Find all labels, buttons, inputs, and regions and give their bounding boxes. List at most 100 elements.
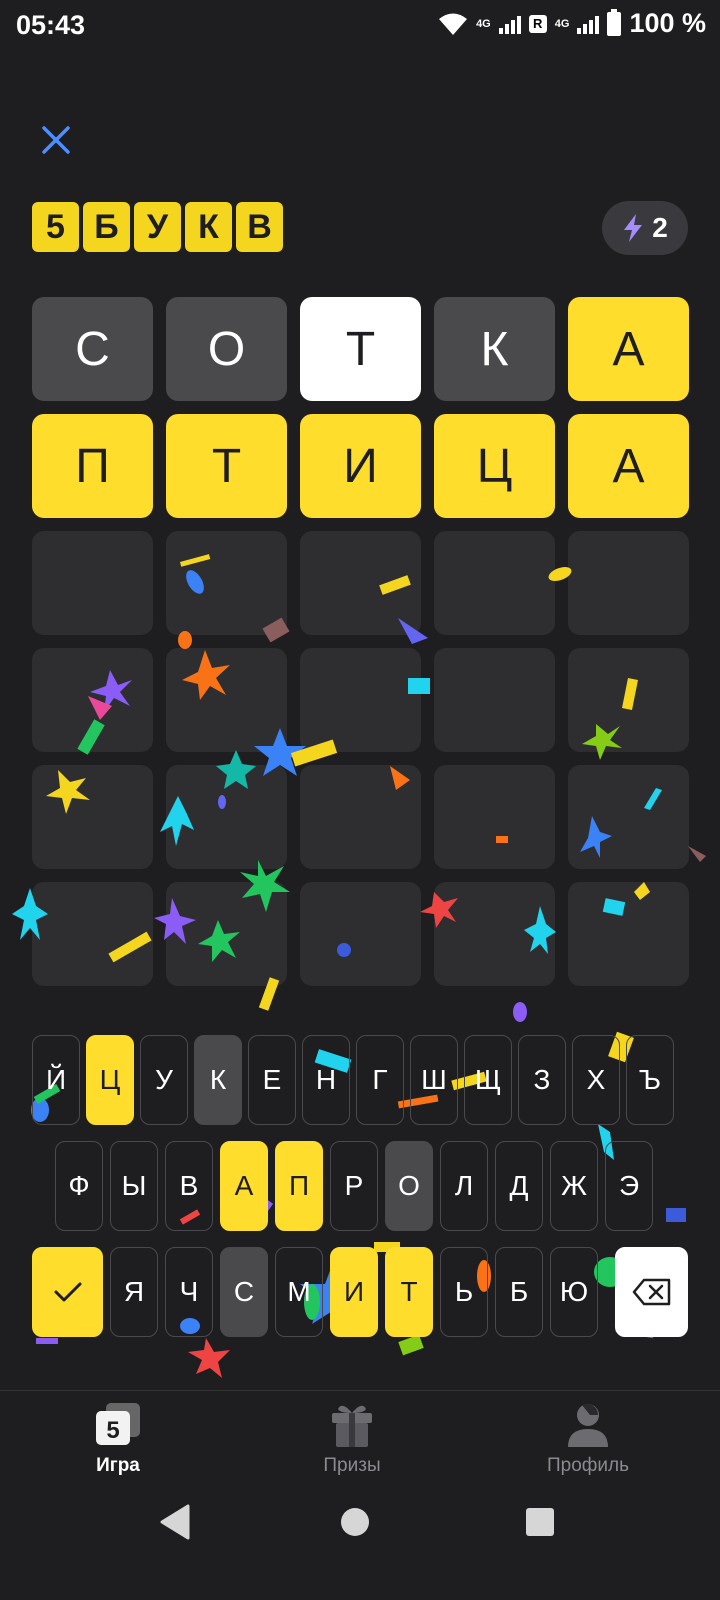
- key[interactable]: Ц: [86, 1035, 134, 1125]
- tab-label: Игра: [96, 1455, 140, 1476]
- board-cell: О: [166, 297, 287, 401]
- key[interactable]: Й: [32, 1035, 80, 1125]
- close-icon: [42, 126, 70, 154]
- tab-profile[interactable]: Профиль: [488, 1401, 688, 1477]
- wifi-icon: [439, 13, 468, 35]
- board-cell-empty: [300, 882, 421, 986]
- key[interactable]: Ю: [550, 1247, 598, 1337]
- key[interactable]: В: [165, 1141, 213, 1231]
- network-label-1: 4G: [476, 17, 491, 30]
- tab-prizes[interactable]: Призы: [252, 1401, 452, 1477]
- logo-letter: 5: [32, 202, 79, 252]
- system-nav-bar: [0, 1500, 720, 1600]
- key[interactable]: Щ: [464, 1035, 512, 1125]
- key[interactable]: О: [385, 1141, 433, 1231]
- key[interactable]: К: [194, 1035, 242, 1125]
- check-icon: [54, 1282, 81, 1302]
- signal-icon-2: [577, 14, 600, 34]
- key[interactable]: Р: [330, 1141, 378, 1231]
- enter-key[interactable]: [32, 1247, 103, 1337]
- logo-letter: Б: [83, 202, 130, 252]
- board-cell-empty: [166, 882, 287, 986]
- logo-letter: К: [185, 202, 232, 252]
- tab-label: Призы: [323, 1455, 381, 1476]
- energy-badge[interactable]: 2: [602, 201, 688, 255]
- game-board: СОТКАПТИЦА: [32, 297, 689, 986]
- key[interactable]: С: [220, 1247, 268, 1337]
- keyboard-row-2: ФЫВАПРОЛДЖЭ: [0, 1141, 720, 1233]
- board-cell-empty: [434, 648, 555, 752]
- board-cell-empty: [32, 765, 153, 869]
- signal-icon: [498, 14, 521, 34]
- keyboard-row-3: ЯЧСМИТЬБЮ: [0, 1247, 720, 1339]
- key[interactable]: Ь: [440, 1247, 488, 1337]
- close-button[interactable]: [36, 120, 76, 160]
- board-cell-empty: [434, 765, 555, 869]
- battery-level: 100 %: [629, 8, 706, 38]
- key[interactable]: Ы: [110, 1141, 158, 1231]
- board-cell-empty: [568, 531, 689, 635]
- key[interactable]: Х: [572, 1035, 620, 1125]
- key[interactable]: Т: [385, 1247, 433, 1337]
- network-label-2: 4G: [554, 17, 570, 30]
- logo-letter: У: [134, 202, 181, 252]
- board-cell-empty: [32, 531, 153, 635]
- board-cell-empty: [434, 882, 555, 986]
- board-cell-empty: [300, 648, 421, 752]
- app-logo: 5 Б У К В: [32, 202, 283, 252]
- key[interactable]: Г: [356, 1035, 404, 1125]
- board-cell: И: [300, 414, 421, 518]
- key[interactable]: У: [140, 1035, 188, 1125]
- key[interactable]: Ч: [165, 1247, 213, 1337]
- recents-icon[interactable]: [525, 1507, 555, 1537]
- battery-icon: [607, 8, 622, 36]
- board-cell: С: [32, 297, 153, 401]
- board-cell-empty: [568, 882, 689, 986]
- backspace-key[interactable]: [615, 1247, 688, 1337]
- board-cell-empty: [166, 531, 287, 635]
- keyboard-row-1: ЙЦУКЕНГШЩЗХЪ: [0, 1035, 720, 1127]
- key[interactable]: Е: [248, 1035, 296, 1125]
- key[interactable]: А: [220, 1141, 268, 1231]
- key[interactable]: Ъ: [626, 1035, 674, 1125]
- key[interactable]: Э: [605, 1141, 653, 1231]
- backspace-icon: [632, 1278, 670, 1306]
- svg-text:5: 5: [106, 1417, 119, 1444]
- board-cell-empty: [300, 765, 421, 869]
- board-cell: П: [32, 414, 153, 518]
- board-cell: Т: [166, 414, 287, 518]
- key[interactable]: Я: [110, 1247, 158, 1337]
- key[interactable]: Ж: [550, 1141, 598, 1231]
- tab-game[interactable]: 5 Игра: [18, 1401, 218, 1477]
- key[interactable]: Ф: [55, 1141, 103, 1231]
- key[interactable]: Ш: [410, 1035, 458, 1125]
- status-bar: 05:43 4G R 4G 100 %: [0, 0, 720, 52]
- board-cell-empty: [434, 531, 555, 635]
- gift-icon: [332, 1405, 372, 1447]
- board-cell: Ц: [434, 414, 555, 518]
- energy-count: 2: [652, 212, 668, 243]
- key[interactable]: И: [330, 1247, 378, 1337]
- status-time: 05:43: [16, 10, 86, 40]
- key[interactable]: Б: [495, 1247, 543, 1337]
- key[interactable]: Д: [495, 1141, 543, 1231]
- tab-bar: 5 Игра Призы Профиль: [0, 1390, 720, 1501]
- logo-letter: В: [236, 202, 283, 252]
- board-cell-empty: [300, 531, 421, 635]
- board-cell-empty: [166, 648, 287, 752]
- board-cell: А: [568, 297, 689, 401]
- key[interactable]: М: [275, 1247, 323, 1337]
- board-cell: Т: [300, 297, 421, 401]
- key[interactable]: Н: [302, 1035, 350, 1125]
- home-icon[interactable]: [340, 1507, 370, 1537]
- back-icon[interactable]: [160, 1504, 192, 1540]
- tab-label: Профиль: [546, 1455, 630, 1476]
- board-cell: К: [434, 297, 555, 401]
- key[interactable]: Л: [440, 1141, 488, 1231]
- lightning-icon: [624, 214, 643, 242]
- board-cell-empty: [32, 648, 153, 752]
- board-cell-empty: [166, 765, 287, 869]
- key[interactable]: З: [518, 1035, 566, 1125]
- roaming-badge: R: [528, 14, 547, 33]
- key[interactable]: П: [275, 1141, 323, 1231]
